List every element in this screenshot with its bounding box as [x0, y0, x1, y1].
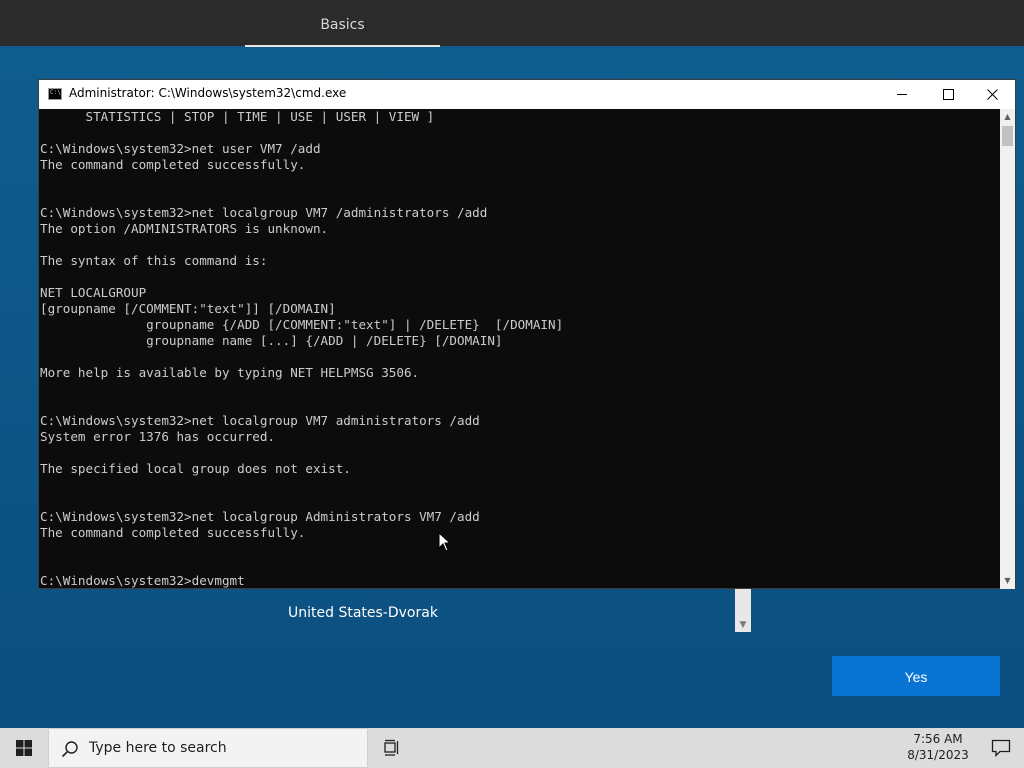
action-center-button[interactable]: [978, 728, 1024, 768]
cmd-console-output[interactable]: STATISTICS | STOP | TIME | USE | USER | …: [39, 109, 1000, 589]
cmd-icon-glyph: C:\: [50, 89, 61, 96]
console-line: C:\Windows\system32>net user VM7 /add: [40, 141, 321, 156]
console-line: C:\Windows\system32>net localgroup Admin…: [40, 509, 480, 524]
console-line: The syntax of this command is:: [40, 253, 268, 268]
start-button[interactable]: [0, 728, 48, 768]
console-line: The specified local group does not exist…: [40, 461, 351, 476]
console-line: C:\Windows\system32>net localgroup VM7 a…: [40, 413, 480, 428]
minimize-button[interactable]: [879, 80, 925, 109]
console-line: [groupname [/COMMENT:"text"]] [/DOMAIN]: [40, 301, 336, 316]
cmd-app-icon: C:\: [48, 88, 62, 100]
search-icon: [61, 741, 78, 758]
cmd-scrollbar[interactable]: ▲ ▼: [1000, 109, 1015, 589]
search-placeholder: Type here to search: [89, 740, 227, 756]
console-line: NET LOCALGROUP: [40, 285, 147, 300]
notification-icon: [991, 739, 1011, 757]
console-line: The option /ADMINISTRATORS is unknown.: [40, 221, 329, 236]
clock-date: 8/31/2023: [907, 748, 969, 762]
maximize-button[interactable]: [925, 80, 971, 109]
console-line: STATISTICS | STOP | TIME | USE | USER | …: [40, 109, 435, 124]
cmd-window-title: Administrator: C:\Windows\system32\cmd.e…: [69, 86, 347, 100]
scroll-thumb[interactable]: [1002, 126, 1013, 146]
minimize-icon: [897, 94, 907, 95]
cmd-titlebar[interactable]: C:\ Administrator: C:\Windows\system32\c…: [39, 80, 1015, 109]
scroll-down-arrow-icon[interactable]: ▼: [1000, 573, 1015, 589]
maximize-icon: [943, 89, 954, 100]
console-line: groupname name [...] {/ADD | /DELETE} [/…: [40, 333, 503, 348]
task-view-icon: [384, 739, 399, 756]
taskbar-clock[interactable]: 7:56 AM 8/31/2023: [898, 731, 978, 763]
close-button[interactable]: [969, 80, 1015, 109]
taskbar: Type here to search 7:56 AM 8/31/2023: [0, 728, 1024, 768]
tab-basics-underline: [245, 45, 440, 47]
console-line: The command completed successfully.: [40, 157, 306, 172]
console-line: groupname {/ADD [/COMMENT:"text"] | /DEL…: [40, 317, 564, 332]
tab-basics[interactable]: Basics: [245, 0, 440, 46]
console-line: System error 1376 has occurred.: [40, 429, 276, 444]
scroll-up-arrow-icon[interactable]: ▲: [1000, 109, 1015, 125]
console-line: More help is available by typing NET HEL…: [40, 365, 420, 380]
oobe-header: Basics: [0, 0, 1024, 47]
cmd-window[interactable]: C:\ Administrator: C:\Windows\system32\c…: [38, 79, 1016, 589]
windows-logo-icon: [16, 740, 32, 756]
yes-button[interactable]: Yes: [832, 656, 1000, 696]
clock-time: 7:56 AM: [913, 732, 963, 746]
mouse-pointer-icon: [438, 532, 452, 552]
task-view-button[interactable]: [370, 728, 414, 768]
layout-list-scrollbar[interactable]: ▼: [735, 588, 751, 632]
chevron-down-icon: ▼: [739, 620, 747, 630]
console-line: The command completed successfully.: [40, 525, 306, 540]
console-line: C:\Windows\system32>devmgmt: [40, 573, 245, 588]
keyboard-layout-item[interactable]: United States-Dvorak: [288, 605, 438, 621]
close-icon: [987, 89, 998, 100]
console-line: C:\Windows\system32>net localgroup VM7 /…: [40, 205, 488, 220]
taskbar-search-input[interactable]: Type here to search: [48, 728, 368, 768]
